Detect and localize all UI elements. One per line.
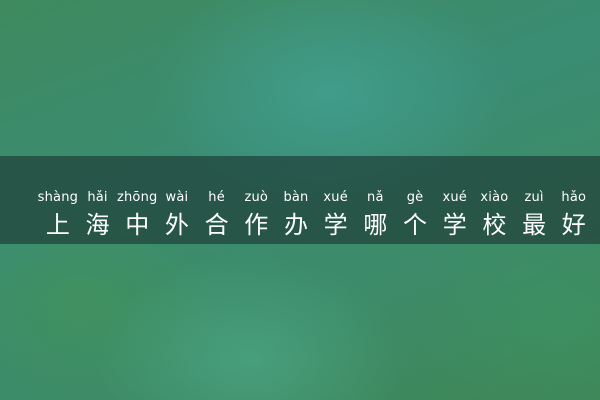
pinyin-annotation: xué <box>442 190 467 205</box>
pinyin-annotation: zhōng <box>116 190 158 205</box>
char-cell: hǎi 海 <box>78 190 118 240</box>
char-cell: bàn 办 <box>276 190 316 240</box>
pinyin-annotation: wài <box>165 190 189 205</box>
title-character: 哪 <box>363 211 388 239</box>
pinyin-annotation: bàn <box>283 190 309 205</box>
pinyin-annotation: zuì <box>524 190 544 205</box>
title-character: 好 <box>561 211 586 239</box>
pinyin-annotation: hé <box>208 190 225 205</box>
title-character: 个 <box>403 211 428 239</box>
char-cell: xué 学 <box>435 190 475 240</box>
title-character: 最 <box>522 211 547 239</box>
char-cell: zuò 作 <box>236 190 276 240</box>
pinyin-annotation: gè <box>406 190 424 205</box>
pinyin-annotation: xiào <box>480 190 509 205</box>
pinyin-annotation: nǎ <box>367 190 384 205</box>
char-cell: shàng 上 <box>38 190 78 240</box>
pinyin-annotation: xué <box>323 190 348 205</box>
title-character: 外 <box>164 211 189 239</box>
char-cell: xiào 校 <box>475 190 515 240</box>
title-character: 学 <box>442 211 467 239</box>
title-character: 办 <box>283 211 308 239</box>
title-character: 合 <box>204 211 229 239</box>
title-character: 上 <box>45 211 70 239</box>
title-row: shàng 上 hǎi 海 zhōng 中 wài 外 hé 合 zuò 作 b… <box>38 184 600 240</box>
char-cell: wài 外 <box>157 190 197 240</box>
char-cell: zuì 最 <box>514 190 554 240</box>
char-cell: gè 个 <box>395 190 435 240</box>
char-cell: hǎo 好 <box>554 190 594 240</box>
char-cell: xué 学 <box>316 190 356 240</box>
char-cell: zhōng 中 <box>117 190 157 240</box>
pinyin-annotation: shàng <box>37 190 79 205</box>
pinyin-annotation: hǎi <box>87 190 108 205</box>
title-character: 学 <box>323 211 348 239</box>
title-character: 海 <box>85 211 110 239</box>
char-cell: nǎ 哪 <box>356 190 396 240</box>
pinyin-annotation: zuò <box>244 190 269 205</box>
title-character: 校 <box>482 211 507 239</box>
title-character: 作 <box>244 211 269 239</box>
char-cell: hé 合 <box>197 190 237 240</box>
title-character: 中 <box>125 211 150 239</box>
pinyin-annotation: hǎo <box>561 190 587 205</box>
